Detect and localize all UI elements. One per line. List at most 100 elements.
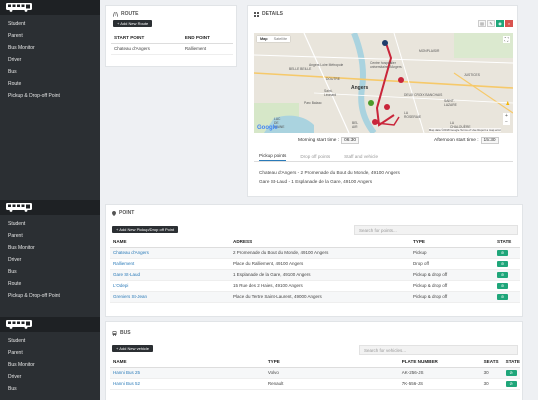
point-address-cell: 15 Rue des 2 Haies, 49100 Angers [230,280,410,292]
state-toggle-button[interactable]: ⊘ [497,271,508,278]
table-header: START POINT END POINT [111,33,233,44]
map-tab-satellite[interactable]: Satellite [271,36,291,42]
point-name-link[interactable]: Gare St-Laud [110,269,230,281]
table-row[interactable]: Chateau d'Angers Ralliement [111,43,233,55]
sidebar-item-bus[interactable]: Bus [0,66,100,78]
afternoon-label: Afternoon start time : [434,138,479,143]
map-place-label: Centre hospitalier universitaire d'Anger… [370,61,402,69]
point-screen: Student Parent Bus Monitor Driver Bus Ro… [0,200,538,317]
sidebar-item-driver[interactable]: Driver [0,371,100,383]
bus-name-link[interactable]: Hanni Bus 52 [110,378,265,390]
state-toggle-button[interactable]: ⊘ [505,380,517,387]
bus-table: NAME TYPE PLATE NUMBER SEATS STATE Hanni… [110,357,520,390]
tab-pickup-points[interactable]: Pickup points [259,153,287,161]
table-row[interactable]: Chateau d'Angers 2 Promenade du Bout du … [110,247,520,259]
morning-time: Morning start time : 06:30 [298,137,360,144]
bus-plate-cell: 7K-556-JS [398,378,481,390]
route-panel: ROUTE + Add New Route START POINT END PO… [105,5,237,67]
main-content: POINT + Add New Pickup/Drop off Point Se… [100,200,538,317]
calendar-icon[interactable]: ▤ [478,20,486,27]
sidebar-item-student[interactable]: Student [0,18,100,30]
bus-icon [112,330,117,336]
sidebar-item-pickup-point[interactable]: Pickup & Drop-off Point [0,290,100,302]
table-row[interactable]: Ralliement Place du Ralliement, 49100 An… [110,258,520,270]
table-row[interactable]: Hanni Bus 52 Renault 7K-556-JS 30 ⊘ [110,378,520,390]
edit-icon[interactable]: ✎ [487,20,495,27]
sidebar-item-parent[interactable]: Parent [0,347,100,359]
map-place-label: JUSTICES [464,73,480,77]
sidebar-item-route[interactable]: Route [0,278,100,290]
sidebar-nav: Student Parent Bus Monitor Driver Bus Ro… [0,15,100,102]
morning-time-value: 06:30 [341,137,360,144]
sidebar-item-bus-monitor[interactable]: Bus Monitor [0,359,100,371]
state-toggle-button[interactable]: ⊘ [497,249,508,256]
grid-icon [254,11,259,17]
add-point-button[interactable]: + Add New Pickup/Drop off Point [112,226,179,233]
logo[interactable] [0,0,100,15]
state-toggle-button[interactable]: ⊘ [497,282,508,289]
pegman-icon[interactable]: ♟ [506,101,510,107]
table-header: NAME TYPE PLATE NUMBER SEATS STATE [110,357,520,368]
table-row[interactable]: L'Odepi 15 Rue des 2 Haies, 49100 Angers… [110,280,520,292]
column-name: NAME [110,237,230,248]
point-search-input[interactable]: Search for points... [354,225,518,235]
state-toggle-button[interactable]: ⊘ [505,369,517,376]
point-type-cell: Drop off [410,258,494,270]
sidebar-item-bus-monitor[interactable]: Bus Monitor [0,42,100,54]
map-place-label: Angers Loire Métropole [309,63,344,67]
delete-icon[interactable]: × [505,20,513,27]
route-end-cell: Ralliement [181,43,233,55]
map-city-label: Angers [351,85,369,91]
details-toolbar: ▤ ✎ ◉ × [478,20,513,27]
sidebar-item-route[interactable]: Route [0,78,100,90]
table-row[interactable]: Gare St-Laud 1 Esplanade de la Gare, 491… [110,269,520,281]
tab-staff-and-vehicle[interactable]: Staff and vehicle [344,154,378,161]
point-name-link[interactable]: Ralliement [110,258,230,270]
sidebar-item-parent[interactable]: Parent [0,30,100,42]
logo[interactable] [0,200,100,215]
bus-logo-icon [6,203,32,212]
details-panel: DETAILS ▤ ✎ ◉ × Map Satellite ⛶ MONPLAIS… [247,5,518,197]
map-place-label: LA ROSERAIE [404,111,422,119]
add-route-button[interactable]: + Add New Route [113,20,153,27]
eye-icon[interactable]: ◉ [496,20,504,27]
tab-drop-off-points[interactable]: Drop off points [300,154,330,161]
bus-screen: Student Parent Bus Monitor Driver Bus BU… [0,317,538,400]
point-title: POINT [112,210,134,216]
vehicle-search-input[interactable]: Search for vehicles... [359,345,518,355]
afternoon-time-value: 15:30 [480,137,499,144]
point-name-link[interactable]: Greniers St-Jean [110,291,230,303]
sidebar-item-driver[interactable]: Driver [0,254,100,266]
sidebar-item-student[interactable]: Student [0,218,100,230]
sidebar-item-driver[interactable]: Driver [0,54,100,66]
list-item: Chateau d'Angers - 2 Promenade du Bout d… [259,170,400,175]
state-toggle-button[interactable]: ⊘ [497,293,508,300]
add-vehicle-button[interactable]: + Add New vehicle [112,345,154,352]
sidebar-item-parent[interactable]: Parent [0,230,100,242]
sidebar-item-student[interactable]: Student [0,335,100,347]
sidebar: Student Parent Bus Monitor Driver Bus Ro… [0,200,100,317]
state-toggle-button[interactable]: ⊘ [497,260,508,267]
main-content: BUS + Add New vehicle Search for vehicle… [100,317,538,400]
details-tabs: Pickup points Drop off points Staff and … [254,152,513,162]
logo[interactable] [0,317,100,332]
bus-name-link[interactable]: Hanni Bus 25 [110,367,265,379]
column-address: ADRESS [230,237,410,248]
point-name-link[interactable]: Chateau d'Angers [110,247,230,259]
fullscreen-icon[interactable]: ⛶ [503,36,510,43]
sidebar-item-bus[interactable]: Bus [0,383,100,395]
map-type-toggle: Map Satellite [257,36,291,42]
point-name-link[interactable]: L'Odepi [110,280,230,292]
sidebar-nav: Student Parent Bus Monitor Driver Bus [0,332,100,395]
sidebar-item-bus-monitor[interactable]: Bus Monitor [0,242,100,254]
sidebar-item-pickup-point[interactable]: Pickup & Drop-off Point [0,90,100,102]
zoom-controls: + − [503,113,510,125]
column-state: STATE [502,357,520,368]
zoom-out-icon[interactable]: − [505,119,508,125]
map-place-label: MONPLAISIR [419,49,440,53]
table-row[interactable]: Greniers St-Jean Place du Tertre Saint-L… [110,291,520,303]
route-map[interactable]: Map Satellite ⛶ MONPLAISIR BELLE BEILLE … [254,33,513,133]
map-tab-map[interactable]: Map [257,36,271,42]
table-row[interactable]: Hanni Bus 25 Volvo AK-256-JS 30 ⊘ [110,367,520,379]
sidebar-item-bus[interactable]: Bus [0,266,100,278]
